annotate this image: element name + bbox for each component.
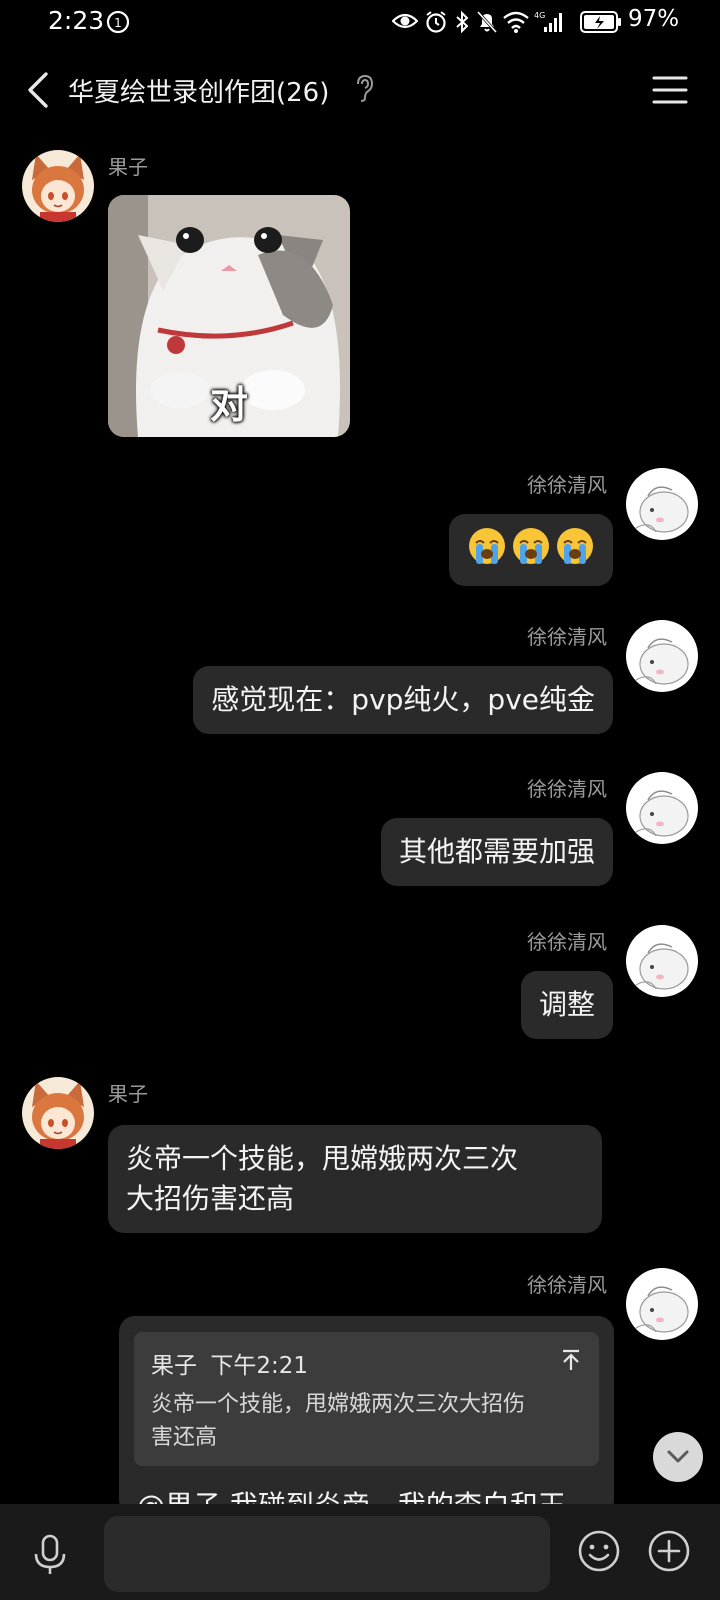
message-input[interactable] — [104, 1516, 550, 1592]
anime-girl-avatar-icon — [22, 1077, 94, 1149]
hamster-avatar-icon — [626, 468, 698, 540]
plus-icon[interactable] — [646, 1528, 692, 1574]
sender-name: 徐徐清风 — [527, 777, 607, 801]
message-bubble[interactable]: 调整 — [520, 971, 613, 1039]
message-bubble[interactable] — [449, 514, 613, 586]
eye-icon — [392, 13, 418, 29]
status-time: 2:23 — [48, 6, 105, 35]
battery-percent: 97% — [628, 6, 680, 32]
cat-sticker-image[interactable]: 对 — [108, 195, 350, 437]
message-bubble[interactable]: 其他都需要加强 — [380, 818, 613, 886]
crying-face-icon — [557, 528, 593, 564]
hamster-avatar-icon — [626, 620, 698, 692]
mute-icon — [476, 10, 498, 34]
chat-header: 华夏绘世录创作团(26) — [0, 48, 720, 134]
avatar-xuxuqingfeng[interactable] — [626, 772, 698, 844]
wifi-icon — [503, 11, 529, 33]
signal-icon: 4G — [534, 11, 562, 32]
hamster-avatar-icon — [626, 772, 698, 844]
jump-to-original-icon[interactable] — [559, 1348, 583, 1372]
avatar-xuxuqingfeng[interactable] — [626, 620, 698, 692]
quote-text: 炎帝一个技能，甩嫦娥两次三次大招伤 害还高 — [151, 1388, 581, 1454]
mic-icon[interactable] — [30, 1534, 70, 1576]
quoted-message[interactable]: 果子 下午2:21 炎帝一个技能，甩嫦娥两次三次大招伤 害还高 — [134, 1332, 599, 1466]
sticker-caption: 对 — [209, 383, 248, 427]
input-bar — [0, 1504, 720, 1600]
back-chevron-icon[interactable] — [22, 68, 54, 112]
avatar-guozi[interactable] — [22, 1077, 94, 1149]
hamster-avatar-icon — [626, 925, 698, 997]
quote-line: 害还高 — [151, 1425, 218, 1450]
battery-icon — [580, 11, 621, 33]
quote-line: 炎帝一个技能，甩嫦娥两次三次大招伤 — [151, 1392, 526, 1417]
svg-text:1: 1 — [114, 16, 122, 30]
reply-message-bubble[interactable]: 果子 下午2:21 炎帝一个技能，甩嫦娥两次三次大招伤 害还高 @果子 我碰到炎… — [119, 1316, 614, 1516]
avatar-xuxuqingfeng[interactable] — [626, 925, 698, 997]
hamster-avatar-icon — [626, 1268, 698, 1340]
bluetooth-icon — [456, 10, 469, 34]
sender-name: 徐徐清风 — [527, 473, 607, 497]
anime-girl-avatar-icon — [22, 150, 94, 222]
chat-title[interactable]: 华夏绘世录创作团(26) — [68, 72, 329, 109]
svg-text:4G: 4G — [534, 11, 545, 20]
chevron-down-icon — [667, 1450, 689, 1463]
emoji-icon[interactable] — [576, 1528, 622, 1574]
alarm-icon — [426, 11, 446, 33]
status-bar: 2:23 1 4G 97% — [0, 0, 720, 48]
sender-name: 果子 — [108, 1082, 148, 1106]
message-bubble[interactable]: 感觉现在：pvp纯火，pve纯金 — [193, 666, 613, 734]
sender-name: 徐徐清风 — [527, 1273, 607, 1297]
sender-name: 徐徐清风 — [527, 625, 607, 649]
quote-time: 下午2:21 — [210, 1353, 308, 1379]
quote-sender: 果子 — [151, 1353, 197, 1379]
message-line: 大招伤害还高 — [126, 1182, 295, 1215]
avatar-guozi[interactable] — [22, 150, 94, 222]
avatar-xuxuqingfeng[interactable] — [626, 468, 698, 540]
scroll-to-bottom-button[interactable] — [653, 1432, 703, 1482]
sender-name: 徐徐清风 — [527, 930, 607, 954]
notification-app-icon: 1 — [106, 10, 130, 34]
avatar-xuxuqingfeng[interactable] — [626, 1268, 698, 1340]
sender-name: 果子 — [108, 155, 148, 179]
message-line: 炎帝一个技能，甩嫦娥两次三次 — [126, 1142, 519, 1175]
message-bubble[interactable]: 炎帝一个技能，甩嫦娥两次三次 大招伤害还高 — [108, 1125, 602, 1233]
quote-header: 果子 下午2:21 — [151, 1346, 308, 1380]
menu-icon[interactable] — [652, 72, 688, 108]
ear-icon[interactable] — [354, 74, 374, 102]
emoji-row — [467, 524, 595, 566]
crying-face-icon — [469, 528, 505, 564]
crying-face-icon — [513, 528, 549, 564]
